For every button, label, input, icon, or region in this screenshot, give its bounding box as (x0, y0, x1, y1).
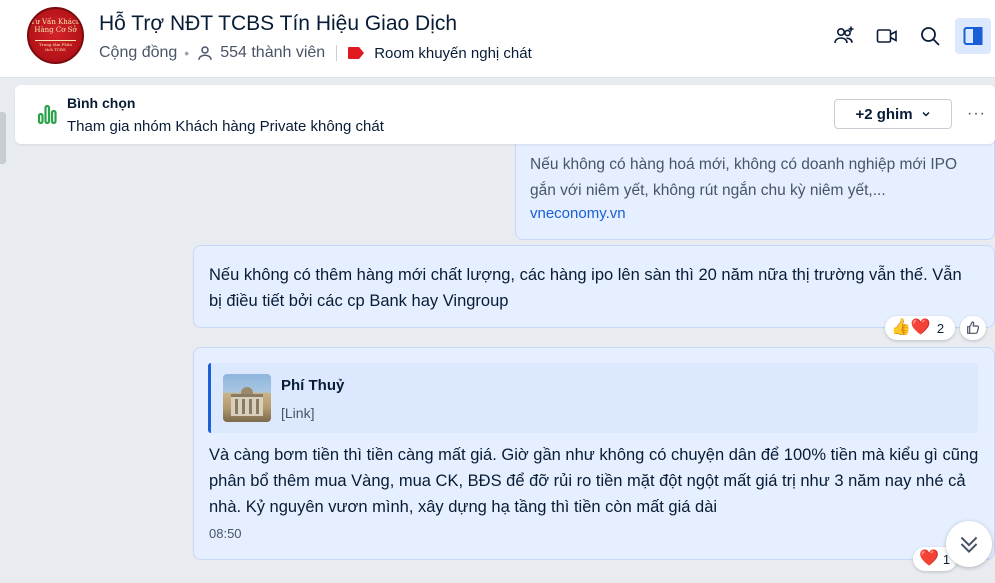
reaction-emojis: 👍❤️ (891, 319, 931, 336)
quoted-message[interactable]: Phí Thuỷ [Link] (208, 363, 978, 433)
link-description: Nếu không có hàng hoá mới, không có doan… (530, 156, 958, 199)
pin-count-label: +2 ghim (855, 105, 913, 123)
chevron-down-icon (922, 111, 930, 117)
message-bubble-reply[interactable]: Phí Thuỷ [Link] Và càng bơm tiền thì tiề… (193, 347, 995, 560)
reaction-emojis: ❤️ (919, 550, 939, 567)
double-chevron-down-icon (960, 536, 978, 553)
message-time: 08:50 (209, 526, 242, 541)
room-tag-icon (348, 47, 365, 59)
message-text: Nếu không có thêm hàng mới chất lượng, c… (209, 266, 962, 310)
message-text: Và càng bơm tiền thì tiền càng mất giá. … (209, 446, 979, 516)
avatar-line-3: Trung tâm Phân tích TCBS (35, 40, 76, 52)
link-domain[interactable]: vneconomy.vn (530, 205, 626, 222)
avatar-line-1: Tư Vấn Khách (30, 18, 81, 26)
search-icon (921, 27, 940, 46)
like-button[interactable] (960, 316, 986, 340)
scroll-to-bottom-button[interactable] (946, 521, 992, 567)
link-preview-card[interactable]: Nếu không có hàng hoá mới, không có doan… (515, 135, 995, 240)
more-options-button[interactable]: ··· (967, 105, 987, 123)
person-icon (198, 46, 212, 60)
member-count[interactable]: 554 thành viên (220, 44, 325, 62)
sidebar-toggle-icon (963, 27, 983, 45)
chat-header: Tư Vấn Khách Hàng Cơ Sở Trung tâm Phân t… (0, 0, 995, 78)
add-member-icon (834, 26, 854, 44)
group-subline: Cộng đồng • 554 thành viên Room khuyến n… (99, 43, 532, 63)
reaction-summary[interactable]: 👍❤️ 2 (885, 316, 955, 340)
divider (336, 45, 338, 61)
reaction-count: 2 (936, 320, 945, 336)
group-category: Cộng đồng (99, 44, 178, 61)
poll-icon (37, 104, 57, 125)
search-button[interactable] (912, 18, 948, 54)
group-avatar[interactable]: Tư Vấn Khách Hàng Cơ Sở Trung tâm Phân t… (27, 7, 84, 64)
add-member-button[interactable] (826, 18, 862, 54)
quote-author: Phí Thuỷ (281, 377, 345, 394)
video-call-icon (876, 29, 897, 43)
thumbs-up-icon (967, 321, 980, 334)
message-bubble[interactable]: Nếu không có thêm hàng mới chất lượng, c… (193, 245, 995, 328)
pinned-subtitle: Tham gia nhóm Khách hàng Private không c… (67, 118, 384, 135)
pinned-bar[interactable]: Bình chọn Tham gia nhóm Khách hàng Priva… (15, 85, 995, 144)
group-title[interactable]: Hỗ Trợ NĐT TCBS Tín Hiệu Giao Dịch (99, 12, 457, 36)
separator-dot: • (184, 45, 190, 61)
video-call-button[interactable] (869, 18, 905, 54)
room-label[interactable]: Room khuyến nghị chát (374, 45, 532, 62)
sidebar-toggle-button[interactable] (955, 18, 991, 54)
quote-content: [Link] (281, 405, 315, 421)
pinned-title: Bình chọn (67, 95, 136, 111)
pin-count-button[interactable]: +2 ghim (834, 99, 952, 129)
quote-thumbnail (223, 374, 271, 422)
sidebar-edge (0, 112, 6, 164)
avatar-line-2: Hàng Cơ Sở (34, 26, 77, 34)
